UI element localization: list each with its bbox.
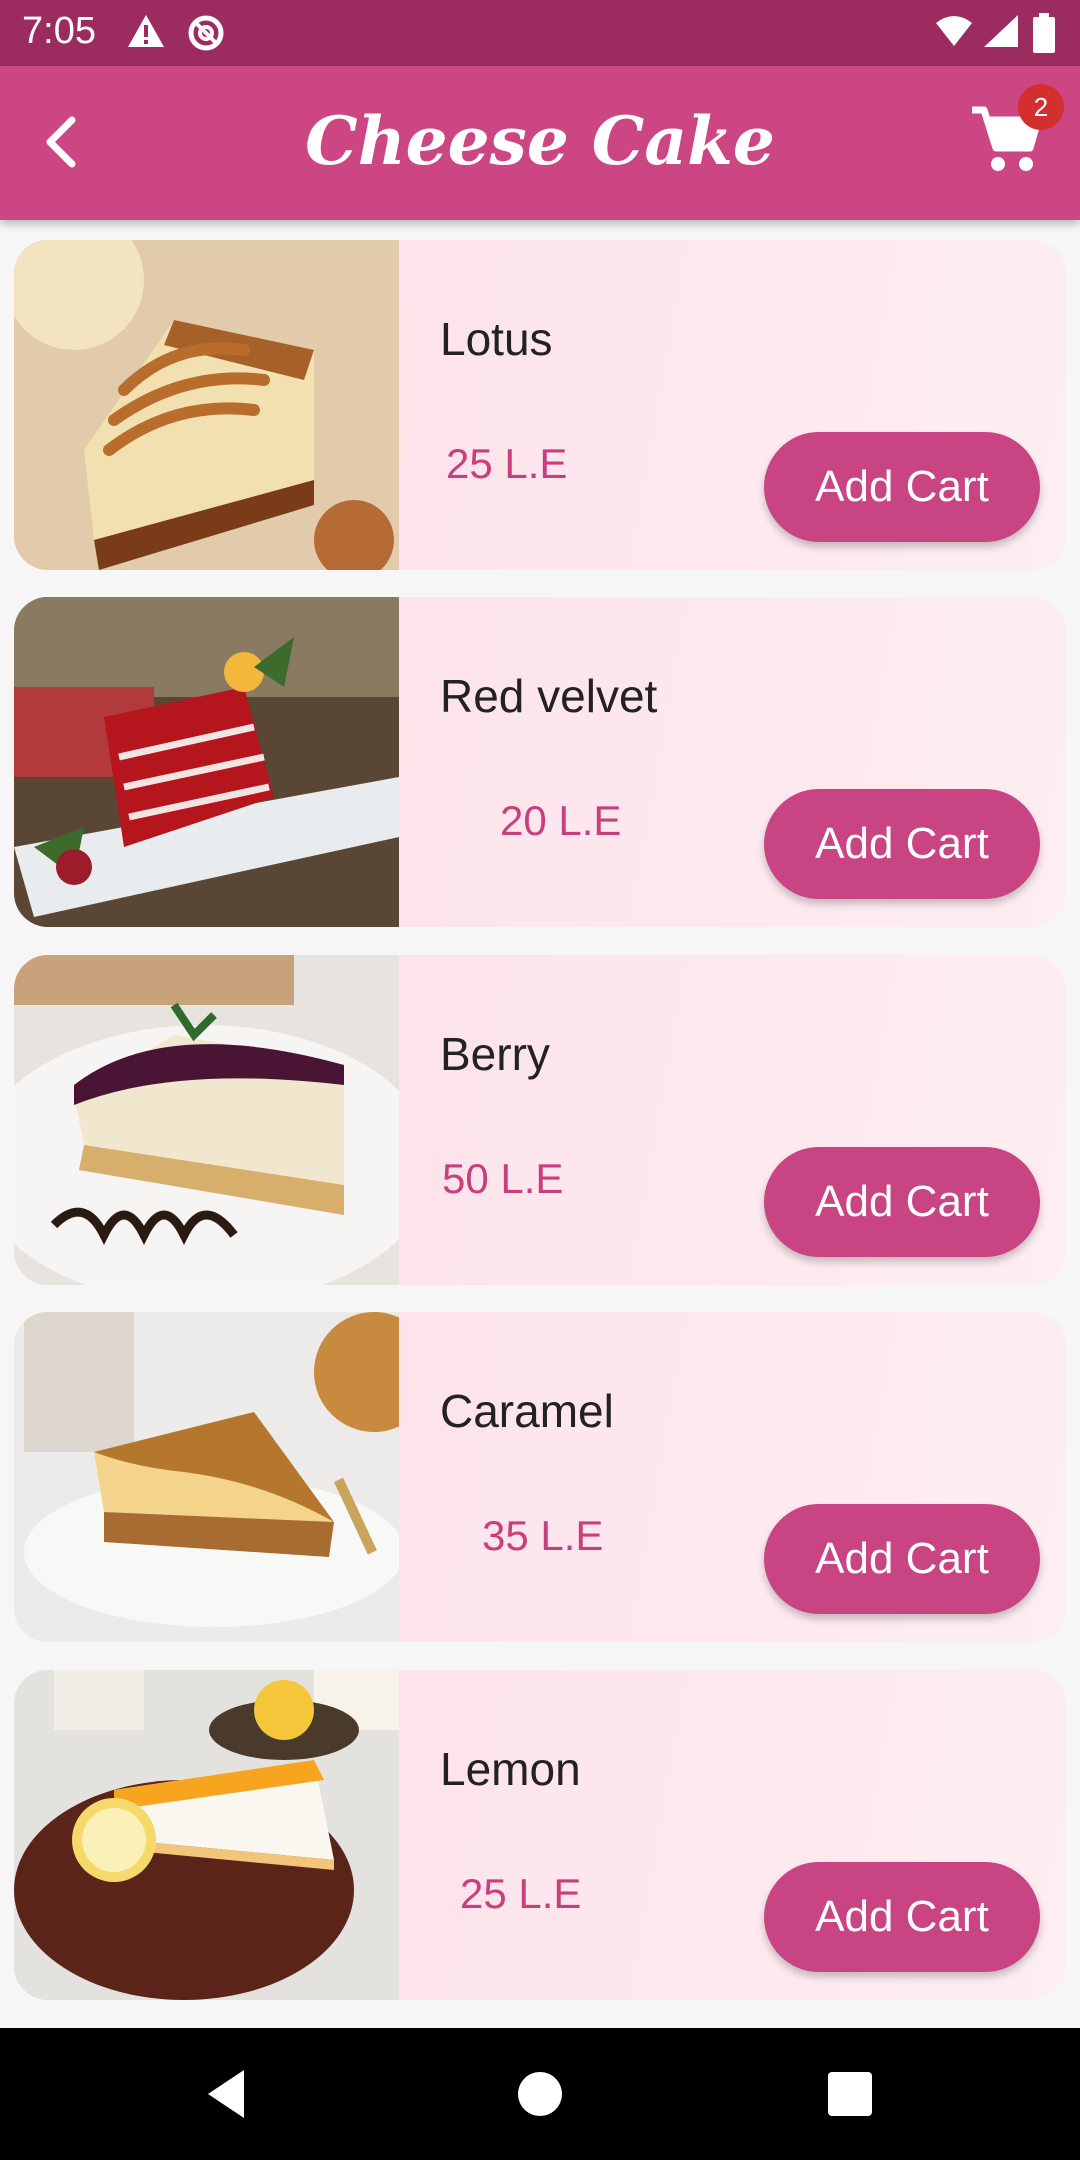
page-title: Cheese Cake	[305, 102, 775, 180]
add-cart-button[interactable]: Add Cart	[764, 432, 1040, 542]
nav-home-icon[interactable]	[508, 2062, 572, 2126]
nav-back-icon[interactable]	[196, 2062, 260, 2126]
product-card: Lotus 25 L.E Add Cart	[14, 240, 1066, 570]
product-card: Caramel 35 L.E Add Cart	[14, 1312, 1066, 1642]
product-price: 25 L.E	[446, 440, 568, 487]
system-nav-bar	[0, 2028, 1080, 2160]
berry-cheesecake-photo	[14, 955, 399, 1285]
product-name: Red velvet	[440, 670, 658, 722]
sync-icon	[188, 15, 224, 51]
product-price: 25 L.E	[460, 1870, 582, 1917]
product-card: Berry 50 L.E Add Cart	[14, 955, 1066, 1285]
red-velvet-cake-photo	[14, 597, 399, 927]
product-name: Berry	[440, 1028, 550, 1080]
product-card: Red velvet 20 L.E Add Cart	[14, 597, 1066, 927]
product-price: 35 L.E	[482, 1512, 604, 1559]
add-cart-button[interactable]: Add Cart	[764, 1147, 1040, 1257]
status-bar: 7:05	[0, 0, 1080, 66]
lemon-cheesecake-photo	[14, 1670, 399, 2000]
product-card: Lemon 25 L.E Add Cart	[14, 1670, 1066, 2000]
status-time: 7:05	[22, 10, 96, 52]
product-price: 20 L.E	[500, 797, 622, 844]
product-name: Lemon	[440, 1743, 581, 1795]
signal-icon	[984, 15, 1018, 47]
add-cart-button[interactable]: Add Cart	[764, 1504, 1040, 1614]
cart-count-badge: 2	[1018, 84, 1064, 130]
lotus-cheesecake-photo	[14, 240, 399, 570]
product-name: Caramel	[440, 1385, 614, 1437]
add-cart-button[interactable]: Add Cart	[764, 789, 1040, 899]
caramel-cheesecake-photo	[14, 1312, 399, 1642]
battery-icon	[1033, 13, 1055, 53]
add-cart-button[interactable]: Add Cart	[764, 1862, 1040, 1972]
wifi-icon	[936, 16, 972, 46]
nav-recents-icon[interactable]	[818, 2062, 882, 2126]
product-price: 50 L.E	[442, 1155, 564, 1202]
product-name: Lotus	[440, 313, 553, 365]
alert-icon	[128, 15, 164, 47]
app-bar: Cheese Cake 2	[0, 66, 1080, 220]
